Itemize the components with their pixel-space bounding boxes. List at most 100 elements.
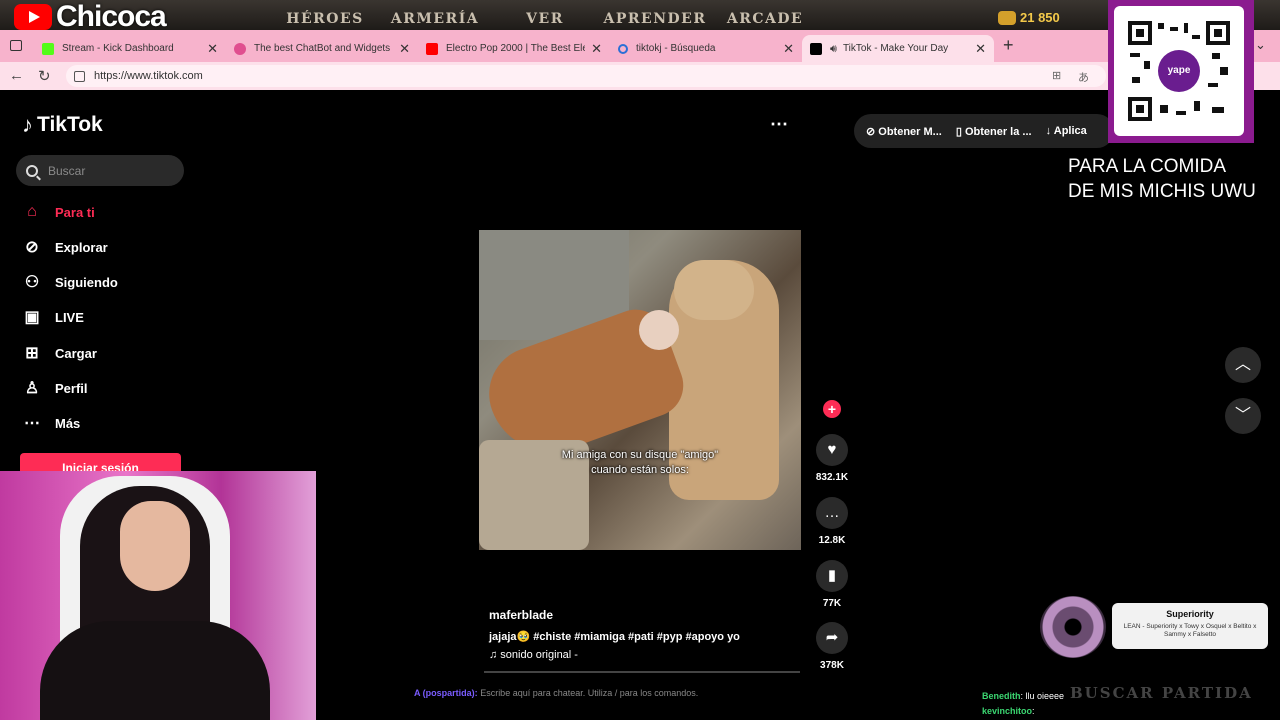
video-sound[interactable]: ♫ sonido original - bbox=[489, 649, 740, 661]
yape-logo: yape bbox=[1158, 50, 1200, 92]
qr-code: yape bbox=[1114, 6, 1244, 136]
video-meta: maferblade jajaja🥹 #chiste #miamiga #pat… bbox=[489, 608, 740, 661]
reload-icon[interactable]: ↻ bbox=[38, 67, 51, 85]
sidebar-item-explore[interactable]: ⊘ Explorar bbox=[22, 235, 182, 259]
video-author[interactable]: maferblade bbox=[489, 608, 740, 622]
search-icon bbox=[26, 164, 38, 177]
youtube-icon bbox=[14, 4, 52, 30]
download-app-button[interactable]: ↓ Aplica bbox=[1046, 125, 1087, 137]
vinyl-disc-icon bbox=[1040, 596, 1106, 658]
get-extension-button[interactable]: ⊘ Obtener M... bbox=[866, 125, 942, 138]
like-count: 832.1K bbox=[815, 472, 849, 483]
sidebar-item-upload[interactable]: ⊞ Cargar bbox=[22, 341, 182, 365]
video-caption-line: Mi amiga con su disque "amigo" bbox=[561, 449, 719, 461]
live-icon: ▣ bbox=[24, 309, 40, 326]
coin-counter: 21 850 bbox=[998, 10, 1060, 25]
home-icon: ⌂ bbox=[27, 203, 37, 220]
comment-button[interactable]: … 12.8K bbox=[814, 497, 850, 546]
like-button[interactable]: ♥ 832.1K bbox=[814, 434, 850, 483]
tab-search[interactable]: tiktokj - Búsqueda ✕ bbox=[610, 35, 802, 62]
game-menu-learn[interactable]: APRENDER bbox=[600, 11, 710, 27]
speaker-icon[interactable]: 🔊︎ bbox=[830, 43, 837, 55]
chat-user: Benedith bbox=[982, 691, 1021, 701]
webcam-feed bbox=[0, 471, 316, 720]
now-playing-card: Superiority LEAN - Superiority x Towy x … bbox=[1112, 603, 1268, 649]
coin-amount: 21 850 bbox=[1020, 10, 1060, 25]
close-icon[interactable]: ✕ bbox=[975, 41, 986, 57]
sidebar-item-label: LIVE bbox=[55, 309, 84, 325]
site-info-icon[interactable] bbox=[74, 70, 85, 82]
webcam-scene bbox=[40, 621, 270, 720]
tab-title: Electro Pop 2000 | The Best Electr bbox=[446, 43, 586, 54]
tab-tiktok[interactable]: 🔊︎ TikTok - Make Your Day ✕ bbox=[802, 35, 994, 62]
search-input[interactable] bbox=[48, 163, 168, 178]
chat-overlay: Benedith: llu oieeee kevinchitoo: bbox=[982, 689, 1064, 719]
video-caption-line: cuando están solos: bbox=[591, 464, 689, 476]
tab-title: TikTok - Make Your Day bbox=[842, 43, 949, 54]
new-tab-icon[interactable]: + bbox=[1003, 35, 1014, 56]
more-options-icon[interactable]: ⋯ bbox=[770, 114, 789, 135]
bookmark-icon: ▮ bbox=[816, 560, 848, 592]
video-player[interactable]: Mi amiga con su disque "amigo" cuando es… bbox=[479, 230, 801, 550]
donation-text-line: DE MIS MICHIS UWU bbox=[1068, 181, 1256, 202]
sidebar-item-label: Explorar bbox=[55, 239, 108, 255]
sidebar-item-profile[interactable]: ♙ Perfil bbox=[22, 376, 182, 400]
tiktok-logo[interactable]: ♪ TikTok bbox=[22, 112, 103, 138]
sidebar-item-following[interactable]: ⚇ Siguiendo bbox=[22, 270, 182, 294]
video-caption: Mi amiga con su disque "amigo" cuando es… bbox=[479, 448, 801, 478]
more-icon: ⋯ bbox=[24, 415, 40, 432]
previous-video-button[interactable]: ︿ bbox=[1225, 347, 1261, 383]
sidebar-item-label: Cargar bbox=[55, 345, 97, 361]
install-icon[interactable]: ⊞ bbox=[1052, 69, 1061, 82]
close-icon[interactable]: ✕ bbox=[783, 41, 794, 57]
tab-chatbot[interactable]: The best ChatBot and Widgets for ✕ bbox=[226, 35, 418, 62]
game-menu-arcade[interactable]: ARCADE bbox=[710, 11, 820, 27]
game-menu-heroes[interactable]: HÉROES bbox=[270, 11, 380, 27]
get-app-button[interactable]: ▯ Obtener la ... bbox=[956, 125, 1032, 138]
tiktok-icon bbox=[810, 42, 822, 55]
next-video-button[interactable]: ﹀ bbox=[1225, 398, 1261, 434]
chevron-up-icon: ︿ bbox=[1234, 356, 1251, 373]
video-progress-bar[interactable] bbox=[484, 671, 800, 673]
find-match-button[interactable]: BUSCAR PARTIDA bbox=[1070, 684, 1253, 702]
sidebar-item-label: Siguiendo bbox=[55, 274, 118, 290]
close-icon[interactable]: ✕ bbox=[207, 41, 218, 57]
search-icon bbox=[618, 43, 628, 54]
share-button[interactable]: ➦ 378K bbox=[814, 622, 850, 671]
sidebar-item-more[interactable]: ⋯ Más bbox=[22, 411, 182, 435]
follow-plus-icon[interactable]: + bbox=[823, 400, 841, 418]
address-bar-row: ← ↻ https://www.tiktok.com ⊞ あ bbox=[0, 62, 1280, 90]
game-menu-watch[interactable]: VER bbox=[490, 11, 600, 27]
translate-icon[interactable]: あ bbox=[1078, 69, 1089, 85]
sidebar-item-live[interactable]: ▣ LIVE bbox=[22, 305, 182, 329]
sidebar-item-for-you[interactable]: ⌂ Para ti bbox=[22, 200, 182, 224]
tab-youtube[interactable]: Electro Pop 2000 | The Best Electr ✕ bbox=[418, 35, 610, 62]
coin-icon bbox=[998, 10, 1016, 25]
profile-icon: ♙ bbox=[24, 380, 40, 397]
kick-icon bbox=[42, 42, 54, 55]
chat-line: kevinchitoo: bbox=[982, 706, 1035, 716]
url-field[interactable]: https://www.tiktok.com bbox=[66, 65, 1106, 87]
now-playing-widget: Superiority LEAN - Superiority x Towy x … bbox=[1040, 596, 1268, 658]
following-icon: ⚇ bbox=[24, 274, 40, 291]
screen: Chicoca HÉROES ARMERÍA VER APRENDER ARCA… bbox=[0, 0, 1280, 720]
game-menu: HÉROES ARMERÍA VER APRENDER ARCADE bbox=[270, 11, 820, 27]
sidebar-item-label: Para ti bbox=[55, 204, 95, 220]
back-icon[interactable]: ← bbox=[9, 67, 24, 84]
save-button[interactable]: ▮ 77K bbox=[814, 560, 850, 609]
comment-icon: … bbox=[816, 497, 848, 529]
youtube-icon bbox=[426, 42, 438, 55]
chat-hint: Escribe aquí para chatear. Utiliza / par… bbox=[480, 688, 699, 698]
upload-icon: ⊞ bbox=[25, 345, 39, 362]
save-count: 77K bbox=[822, 598, 842, 609]
close-icon[interactable]: ✕ bbox=[399, 41, 410, 57]
chevron-down-icon[interactable]: ⌄ bbox=[1255, 37, 1266, 53]
close-icon[interactable]: ✕ bbox=[591, 41, 602, 57]
search-box[interactable] bbox=[16, 155, 184, 186]
game-chat-input[interactable]: A (pospartida): Escribe aquí para chatea… bbox=[414, 688, 864, 702]
tab-kick[interactable]: Stream - Kick Dashboard ✕ bbox=[34, 35, 226, 62]
donation-qr: yape bbox=[1108, 0, 1254, 143]
tab-actions-icon[interactable] bbox=[10, 40, 22, 51]
game-menu-armory[interactable]: ARMERÍA bbox=[380, 11, 490, 27]
url-text: https://www.tiktok.com bbox=[94, 70, 203, 82]
